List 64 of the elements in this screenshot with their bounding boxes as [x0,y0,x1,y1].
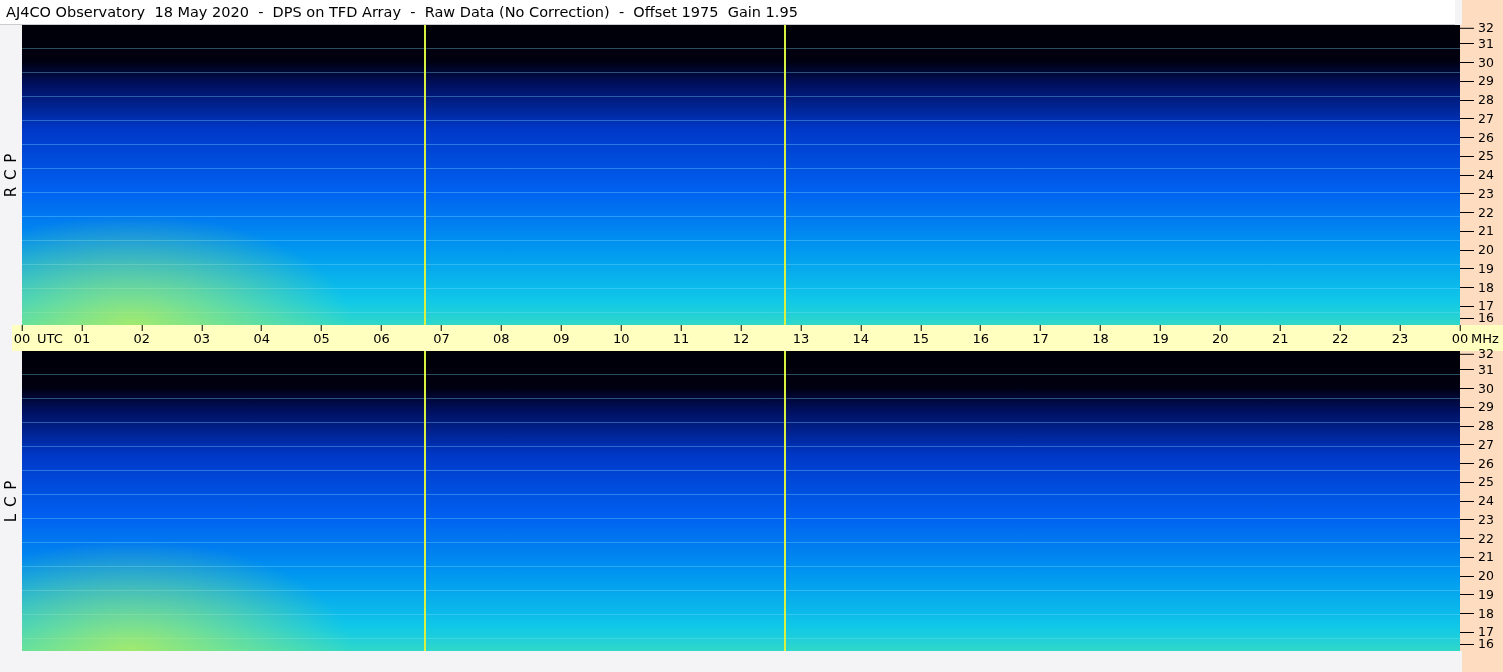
axis-tick-label: 19 [1460,587,1494,602]
axis-tick-label: 25 [1460,149,1494,164]
axis-tick-label: 18 [1460,606,1494,621]
axis-tick-label: 02 [133,325,151,347]
axis-tick-label: 22 [1460,531,1494,546]
axis-tick-label: 29 [1460,400,1494,415]
axis-tick-label: 28 [1460,419,1494,433]
axis-tick-label: 11 [672,325,690,347]
axis-tick-label: 23 [1460,512,1494,527]
axis-tick-label: 24 [1460,494,1494,508]
axis-tick-label: 17 [1460,625,1494,640]
axis-tick-label: 23 [1460,186,1494,201]
axis-tick-label: 10 [612,325,630,347]
axis-tick-label: 25 [1460,475,1494,490]
axis-tick-label: 04 [253,325,270,347]
axis-tick-label: 23 [1391,325,1409,347]
axis-tick-label: 32 [1460,346,1494,361]
axis-tick-label: 15 [912,325,929,347]
axis-tick-label: 26 [1460,456,1494,471]
axis-tick-label: 17 [1460,299,1494,314]
axis-tick-label: 07 [433,325,450,347]
axis-unit-label: MHz [1471,331,1499,347]
axis-tick-label: 12 [732,325,750,347]
axis-tick-label: 00 [13,325,31,347]
axis-tick-label: 29 [1460,74,1494,89]
axis-tick-label: 09 [553,325,570,347]
axis-tick-label: 22 [1460,205,1494,220]
polarization-label: L C P [3,479,19,523]
axis-tick-label: 16 [1460,637,1494,651]
axis-tick-label: 20 [1212,325,1229,347]
axis-tick-label: 27 [1460,111,1494,126]
axis-tick-label: 03 [193,325,210,347]
axis-tick-label: 19 [1460,261,1494,276]
axis-tick-label: 18 [1092,325,1109,347]
axis-tick-label: 20 [1460,243,1494,257]
axis-tick-label: 30 [1460,381,1494,396]
axis-tick-label: 16 [1460,311,1494,325]
axis-tick-label: 14 [852,325,870,347]
axis-tick-label: 05 [313,325,330,347]
axis-tick-label: 18 [1460,280,1494,295]
axis-tick-label: 21 [1272,325,1289,347]
axis-tick-label: 22 [1331,325,1349,347]
axis-tick-label: 32 [1460,20,1494,35]
axis-tick-label: 06 [373,325,390,347]
axis-tick-label: 20 [1460,569,1494,583]
axis-tick-label: 19 [1152,325,1169,347]
axis-tick-label: 30 [1460,55,1494,70]
axis-tick-label: 31 [1460,36,1494,51]
axis-tick-label: 13 [792,325,810,347]
axis-tick-label: 01 [73,325,91,347]
axis-tick-label: 16 [972,325,989,347]
axis-tick-label: 26 [1460,130,1494,145]
axis-tick-label: 27 [1460,437,1494,452]
axis-tick-label: 28 [1460,93,1494,107]
axis-tick-label: 08 [493,325,510,347]
axis-tick-label: 21 [1460,224,1494,239]
axis-unit-label: UTC [37,331,63,347]
axis-tick-label: 17 [1032,325,1049,347]
polarization-label: R C P [3,152,19,198]
axis-tick-label: 24 [1460,168,1494,182]
axis-tick-label: 21 [1460,550,1494,565]
chart-title: AJ4CO Observatory 18 May 2020 - DPS on TFD Array - Raw Data (No Correction) - Offset 1975 Gain 1.95 [0,0,1455,25]
axis-tick-label: 00 [1451,325,1469,347]
axis-tick-label: 31 [1460,362,1494,377]
